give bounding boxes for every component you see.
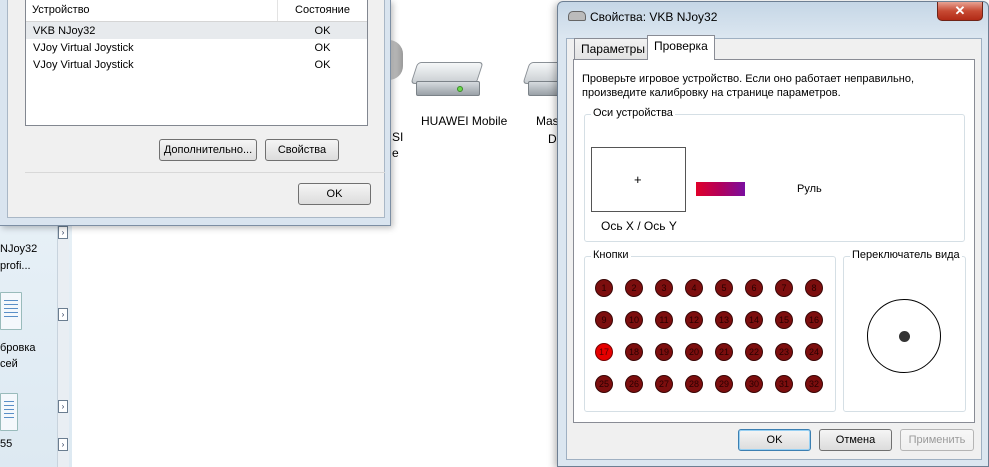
device-status: OK bbox=[314, 58, 331, 71]
cancel-button[interactable]: Отмена bbox=[819, 429, 892, 451]
controllers-list[interactable]: Устройство Состояние VKB NJoy32 OK VJoy … bbox=[25, 0, 368, 126]
joystick-button-indicator: 1 bbox=[595, 279, 613, 297]
wheel-axis-bar bbox=[696, 182, 745, 196]
joystick-button-indicator: 2 bbox=[625, 279, 643, 297]
joystick-button-indicator: 25 bbox=[595, 375, 613, 393]
desktop-label-55: 55 bbox=[0, 438, 13, 450]
joystick-button-indicator: 32 bbox=[805, 375, 823, 393]
joystick-button-indicator: 15 bbox=[775, 311, 793, 329]
drive-label-fragment: D bbox=[548, 132, 557, 146]
joystick-button-indicator: 24 bbox=[805, 343, 823, 361]
dialog-client-area: Параметры Проверка Проверьте игровое уст… bbox=[566, 35, 982, 460]
list-header: Устройство Состояние bbox=[26, 0, 367, 22]
joystick-button-indicator: 16 bbox=[805, 311, 823, 329]
joystick-button-indicator: 14 bbox=[745, 311, 763, 329]
device-name: VKB NJoy32 bbox=[33, 24, 96, 37]
drive-label-fragment: SI bbox=[392, 130, 404, 144]
game-controllers-dialog: Устройство Состояние VKB NJoy32 OK VJoy … bbox=[0, 0, 391, 226]
properties-button[interactable]: Свойства bbox=[265, 139, 339, 161]
column-header-device[interactable]: Устройство bbox=[26, 0, 278, 21]
drive-label-fragment: Mas bbox=[536, 114, 559, 128]
joystick-button-indicator: 3 bbox=[655, 279, 673, 297]
joystick-button-indicator: 17 bbox=[595, 343, 613, 361]
joystick-button-indicator: 26 bbox=[625, 375, 643, 393]
joystick-button-indicator: 13 bbox=[715, 311, 733, 329]
joystick-button-indicator: 9 bbox=[595, 311, 613, 329]
document-icon[interactable] bbox=[0, 292, 22, 330]
desktop-label-njoy: NJoy32 bbox=[0, 243, 38, 255]
joystick-button-indicator: 30 bbox=[745, 375, 763, 393]
disc-icon bbox=[389, 40, 403, 80]
shortcut-icon[interactable]: › bbox=[58, 438, 68, 451]
joystick-button-indicator: 18 bbox=[625, 343, 643, 361]
joystick-button-indicator: 12 bbox=[685, 311, 703, 329]
joystick-button-indicator: 10 bbox=[625, 311, 643, 329]
ok-button[interactable]: OK bbox=[738, 429, 811, 451]
desktop-label-calibration: бровка bbox=[0, 342, 36, 354]
instructions-text: Проверьте игровое устройство. Если оно р… bbox=[582, 73, 915, 99]
joystick-button-indicator: 28 bbox=[685, 375, 703, 393]
shortcut-icon[interactable]: › bbox=[58, 400, 68, 413]
joystick-button-indicator: 23 bbox=[775, 343, 793, 361]
shortcut-icon[interactable]: › bbox=[58, 308, 68, 321]
pov-group: Переключатель вида bbox=[843, 249, 966, 412]
drive-label-fragment: e bbox=[392, 146, 399, 160]
device-status: OK bbox=[314, 24, 331, 37]
joystick-button-indicator: 27 bbox=[655, 375, 673, 393]
tab-test[interactable]: Проверка bbox=[647, 35, 715, 60]
joystick-button-indicator: 11 bbox=[655, 311, 673, 329]
pov-group-title: Переключатель вида bbox=[850, 249, 962, 261]
buttons-group: Кнопки 1 2 3 4 5 6 7 8 9 10 11 12 13 14 15 16 17 18 19 20 21… bbox=[584, 249, 836, 412]
drive-label: HUAWEI Mobile bbox=[421, 114, 508, 128]
desktop-label-profile: profi... bbox=[0, 260, 31, 272]
list-item[interactable]: VJoy Virtual Joystick OK bbox=[26, 56, 367, 73]
device-name: VJoy Virtual Joystick bbox=[33, 58, 134, 71]
xy-axis-display: + bbox=[591, 147, 686, 212]
joystick-button-indicator: 6 bbox=[745, 279, 763, 297]
list-item[interactable]: VJoy Virtual Joystick OK bbox=[26, 39, 367, 56]
xy-axis-label: Ось X / Ось Y bbox=[601, 219, 677, 233]
dialog-client-area: Устройство Состояние VKB NJoy32 OK VJoy … bbox=[7, 0, 385, 218]
joystick-button-indicator: 22 bbox=[745, 343, 763, 361]
joystick-button-indicator: 31 bbox=[775, 375, 793, 393]
test-tab-page: Проверьте игровое устройство. Если оно р… bbox=[573, 59, 975, 423]
pov-center-dot bbox=[899, 331, 910, 342]
scroll-arrow-icon[interactable]: › bbox=[58, 226, 68, 239]
tab-parameters[interactable]: Параметры bbox=[574, 38, 652, 59]
advanced-button[interactable]: Дополнительно... bbox=[159, 139, 257, 161]
joystick-button-indicator: 4 bbox=[685, 279, 703, 297]
buttons-group-title: Кнопки bbox=[591, 249, 631, 261]
crosshair-icon: + bbox=[634, 172, 642, 187]
wheel-axis-label: Руль bbox=[797, 183, 822, 195]
gamepad-icon bbox=[568, 11, 586, 21]
device-name: VJoy Virtual Joystick bbox=[33, 41, 134, 54]
device-status: OK bbox=[314, 41, 331, 54]
joystick-button-indicator: 21 bbox=[715, 343, 733, 361]
column-header-status[interactable]: Состояние bbox=[278, 0, 367, 21]
list-item[interactable]: VKB NJoy32 OK bbox=[26, 22, 367, 39]
apply-button[interactable]: Применить bbox=[900, 429, 974, 451]
desktop-label-sei: сей bbox=[0, 358, 18, 370]
axes-group: Оси устройства + Ось X / Ось Y Руль bbox=[584, 107, 965, 242]
joystick-button-indicator: 8 bbox=[805, 279, 823, 297]
joystick-button-indicator: 7 bbox=[775, 279, 793, 297]
axes-group-title: Оси устройства bbox=[591, 107, 675, 119]
pov-hat-display bbox=[867, 299, 941, 373]
properties-dialog: Свойства: VKB NJoy32 ✕ Параметры Проверк… bbox=[557, 1, 989, 467]
ok-button[interactable]: OK bbox=[298, 183, 371, 205]
document-icon[interactable] bbox=[0, 393, 18, 431]
joystick-button-indicator: 19 bbox=[655, 343, 673, 361]
dialog-title: Свойства: VKB NJoy32 bbox=[590, 10, 718, 24]
divider bbox=[25, 172, 385, 173]
joystick-button-indicator: 29 bbox=[715, 375, 733, 393]
hard-drive-icon bbox=[410, 62, 484, 96]
joystick-button-indicator: 20 bbox=[685, 343, 703, 361]
close-button[interactable]: ✕ bbox=[937, 2, 983, 21]
joystick-button-indicator: 5 bbox=[715, 279, 733, 297]
